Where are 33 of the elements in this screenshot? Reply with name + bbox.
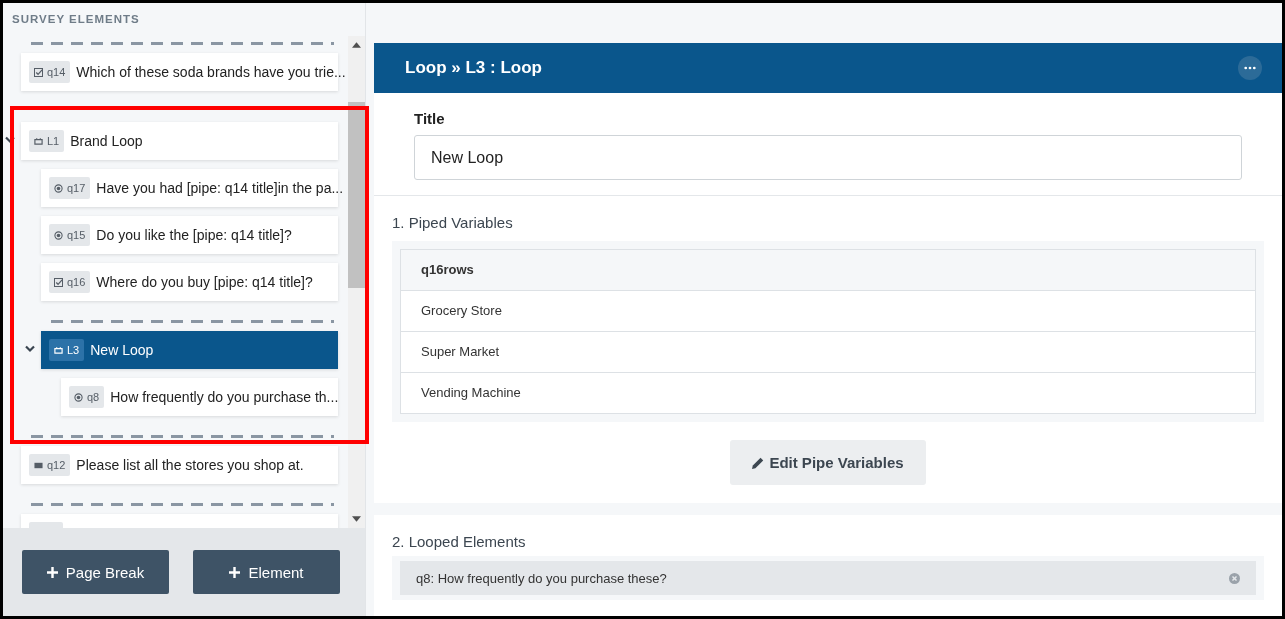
element-text: Brand Loop	[70, 133, 143, 149]
element-text: Do you like the [pipe: q14 title]?	[96, 227, 292, 243]
element-id: q15	[67, 229, 86, 241]
section-heading: 2. Looped Elements	[392, 533, 527, 550]
add-element-button[interactable]: Element	[193, 550, 340, 594]
element-text: Which of these soda brands have you trie...	[76, 64, 346, 80]
looped-element-text: q8: How frequently do you purchase these?	[416, 570, 667, 586]
section-heading: 1. Piped Variables	[392, 214, 514, 231]
editor-title: Loop » L3 : Loop	[405, 58, 542, 78]
element-id: L1	[47, 135, 60, 147]
title-input[interactable]: New Loop	[414, 135, 1242, 180]
element-text: New Loop	[90, 342, 154, 358]
survey-element[interactable]: q12 Please list all the stores you shop at.	[21, 446, 338, 484]
survey-element[interactable]: q16 Where do you buy [pipe: q14 title]?	[41, 263, 338, 301]
edit-pipe-variables-button[interactable]: Edit Pipe Variables	[730, 440, 926, 485]
element-id: q12	[47, 459, 66, 471]
table-cell-text: Vending Machine	[420, 384, 522, 402]
element-id: q17	[67, 182, 86, 194]
panel-title: SURVEY ELEMENTS	[11, 12, 141, 27]
table-cell: Super Market	[401, 332, 1255, 373]
page-break-button[interactable]: Page Break	[22, 550, 169, 594]
element-id: L3	[67, 344, 80, 356]
field-label: Title	[414, 110, 446, 127]
element-text: How frequently do you purchase th...	[110, 389, 339, 405]
survey-element[interactable]: q15 Do you like the [pipe: q14 title]?	[41, 216, 338, 254]
element-id: q16	[67, 276, 86, 288]
element-text: Where do you buy [pipe: q14 title]?	[96, 274, 313, 290]
survey-element[interactable]: q8 How frequently do you purchase th...	[61, 378, 338, 416]
element-id: q8	[87, 391, 100, 403]
column-header: q16rows	[401, 250, 1255, 291]
element-id: q14	[47, 66, 66, 78]
table-cell: Grocery Store	[401, 291, 1255, 332]
element-text: Please list all the stores you shop at.	[76, 457, 304, 473]
